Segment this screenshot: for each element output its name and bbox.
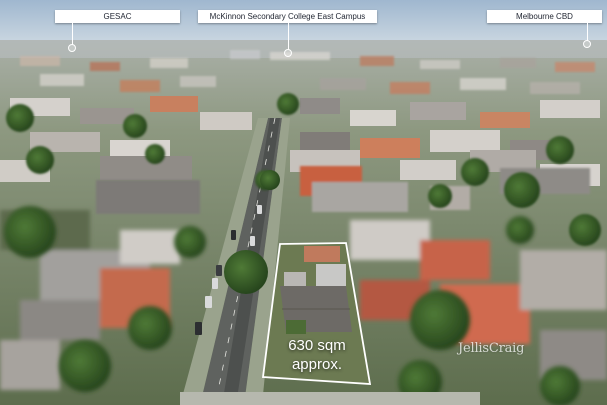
mckinnon-pin-icon [284, 49, 292, 57]
gesac-label: GESAC [55, 10, 180, 23]
mckinnon-pin-line [288, 23, 289, 50]
gesac-pin-icon [68, 44, 76, 52]
gesac-pin-line [72, 23, 73, 45]
lot-area-label: 630 sqm approx. [272, 336, 362, 374]
lot-area-approx: approx. [291, 356, 343, 373]
mckinnon-label: McKinnon Secondary College East Campus [198, 10, 377, 23]
lot-area-value: 630 sqm [288, 337, 346, 354]
melbourne-cbd-pin-line [587, 23, 588, 41]
agency-watermark: JellisCraig [458, 341, 525, 356]
melbourne-cbd-pin-icon [583, 40, 591, 48]
melbourne-cbd-label: Melbourne CBD [487, 10, 602, 23]
